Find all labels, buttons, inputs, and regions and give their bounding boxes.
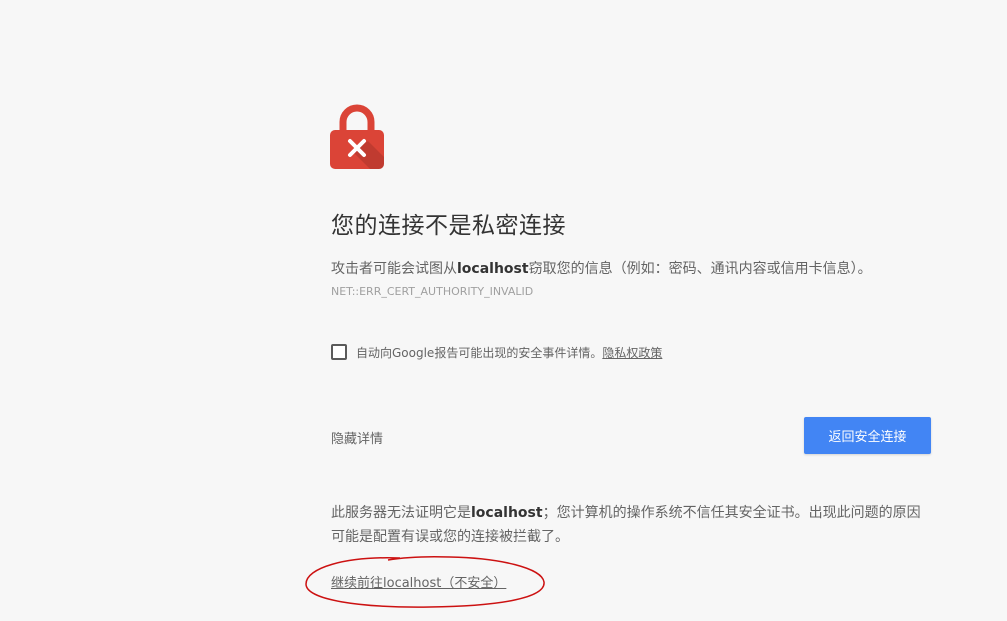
security-interstitial-page: 您的连接不是私密连接 攻击者可能会试图从localhost窃取您的信息（例如：密…	[0, 0, 1007, 621]
safe-browsing-report-row: 自动向Google报告可能出现的安全事件详情。 隐私权政策	[331, 343, 662, 361]
details-explanation-prefix: 此服务器无法证明它是	[331, 505, 471, 521]
details-explanation-host: localhost	[471, 505, 543, 521]
error-code: NET::ERR_CERT_AUTHORITY_INVALID	[331, 285, 534, 298]
lock-error-icon	[330, 104, 384, 169]
details-explanation: 此服务器无法证明它是localhost；您计算机的操作系统不信任其安全证书。出现…	[331, 501, 931, 549]
page-title: 您的连接不是私密连接	[331, 213, 566, 239]
threat-description-prefix: 攻击者可能会试图从	[331, 261, 457, 277]
report-checkbox-label[interactable]: 自动向Google报告可能出现的安全事件详情。	[356, 344, 602, 361]
privacy-policy-link[interactable]: 隐私权政策	[602, 344, 662, 361]
threat-description-suffix: 窃取您的信息（例如：密码、通讯内容或信用卡信息）。	[528, 261, 872, 277]
hide-details-button[interactable]: 隐藏详情	[331, 428, 383, 447]
back-to-safety-button[interactable]: 返回安全连接	[804, 417, 931, 454]
proceed-unsafe-link[interactable]: 继续前往localhost（不安全）	[331, 572, 506, 591]
threat-description-host: localhost	[457, 261, 529, 277]
report-checkbox[interactable]	[331, 343, 347, 360]
threat-description: 攻击者可能会试图从localhost窃取您的信息（例如：密码、通讯内容或信用卡信…	[331, 258, 872, 278]
